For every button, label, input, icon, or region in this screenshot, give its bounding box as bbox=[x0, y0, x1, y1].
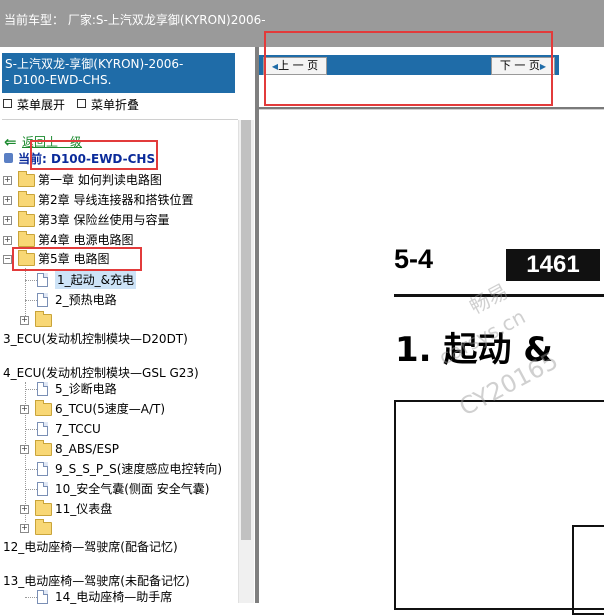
folder-icon bbox=[35, 311, 52, 327]
folder-icon bbox=[18, 171, 35, 187]
collapse-menu-button[interactable]: 菜单折叠 bbox=[77, 96, 139, 113]
tree-item-ssps[interactable]: 9_S_S_P_S(速度感应电控转向) bbox=[20, 460, 235, 478]
folder-icon bbox=[18, 211, 35, 227]
tree-item-label: 11_仪表盘 bbox=[55, 502, 113, 516]
tree-item-seat-memory[interactable]: 12_电动座椅—驾驶席(配备记忆) bbox=[3, 538, 237, 556]
tree-connector bbox=[25, 389, 37, 391]
tree-item-abs[interactable]: + 8_ABS/ESP bbox=[20, 440, 220, 458]
expand-plus-icon[interactable]: + bbox=[3, 196, 12, 205]
tree-item-label: 第一章 如何判读电路图 bbox=[38, 173, 162, 187]
expand-plus-icon[interactable]: + bbox=[20, 445, 29, 454]
document-icon bbox=[37, 422, 48, 436]
expand-menu-label: 菜单展开 bbox=[17, 98, 66, 112]
folder-icon bbox=[18, 191, 35, 207]
tree-item-folder[interactable]: + bbox=[20, 519, 220, 537]
tree-item-label: 第3章 保险丝使用与容量 bbox=[38, 213, 170, 227]
expand-plus-icon[interactable]: + bbox=[3, 236, 12, 245]
document-icon bbox=[37, 462, 48, 476]
folder-icon bbox=[35, 400, 52, 416]
tree-item-diagnostic[interactable]: 5_诊断电路 bbox=[20, 380, 220, 398]
tree-item-start-charge[interactable]: 1_起动_&充电 bbox=[20, 271, 142, 289]
tree-connector bbox=[25, 489, 37, 491]
expand-plus-icon[interactable]: + bbox=[3, 216, 12, 225]
tree-item-folder[interactable]: + bbox=[20, 311, 220, 329]
sidebar-title-line2: - D100-EWD-CHS. bbox=[5, 73, 112, 87]
document-icon bbox=[37, 273, 48, 287]
viewer-divider-shadow bbox=[259, 109, 604, 110]
sidebar-title: S-上汽双龙-享御(KYRON)-2006- - D100-EWD-CHS. bbox=[2, 53, 235, 93]
collapse-minus-icon[interactable]: − bbox=[3, 255, 12, 264]
folder-icon bbox=[18, 231, 35, 247]
tree-item-preheat[interactable]: 2_预热电路 bbox=[20, 291, 220, 309]
tree-item-label: 5_诊断电路 bbox=[55, 382, 117, 396]
expand-menu-button[interactable]: 菜单展开 bbox=[3, 96, 65, 113]
tree-item-label: 14_电动座椅—助手席 bbox=[55, 590, 173, 604]
sidebar-divider bbox=[2, 119, 238, 120]
tree-item-chapter-1[interactable]: + 第一章 如何判读电路图 bbox=[3, 171, 237, 189]
tree-item-seat-passenger[interactable]: 14_电动座椅—助手席 bbox=[20, 588, 220, 606]
tree-item-instrument[interactable]: + 11_仪表盘 bbox=[20, 500, 220, 518]
document-icon bbox=[37, 382, 48, 396]
tree-connector bbox=[25, 429, 37, 431]
highlight-box-nav bbox=[264, 31, 553, 106]
collapse-menu-label: 菜单折叠 bbox=[91, 98, 140, 112]
tree-item-label: 2_预热电路 bbox=[55, 293, 117, 307]
tree-item-label: 12_电动座椅—驾驶席(配备记忆) bbox=[3, 540, 178, 554]
tree-item-label: 9_S_S_P_S(速度感应电控转向) bbox=[55, 462, 223, 476]
highlight-box-chapter-5 bbox=[12, 247, 142, 271]
highlight-box-current bbox=[30, 140, 158, 170]
expand-plus-icon[interactable]: + bbox=[20, 405, 29, 414]
computer-icon bbox=[4, 153, 13, 163]
tree-item-tccu[interactable]: 7_TCCU bbox=[20, 420, 220, 438]
current-model-value: 厂家:S-上汽双龙享御(KYRON)2006- bbox=[67, 13, 266, 27]
scrollbar-thumb[interactable] bbox=[241, 120, 251, 540]
tree-connector bbox=[25, 280, 37, 282]
tree-item-label: 7_TCCU bbox=[55, 422, 101, 436]
tree-item-airbag[interactable]: 10_安全气囊(侧面 安全气囊) bbox=[20, 480, 235, 498]
sidebar-title-line1: S-上汽双龙-享御(KYRON)-2006- bbox=[5, 57, 184, 71]
section-number: 5-4 bbox=[394, 244, 434, 274]
document-icon bbox=[37, 590, 48, 604]
tree-connector bbox=[25, 300, 37, 302]
back-arrow-icon: ⇐ bbox=[4, 133, 17, 151]
diagram-component bbox=[572, 525, 604, 615]
tree-item-label: 10_安全气囊(侧面 安全气囊) bbox=[55, 482, 210, 496]
current-model-label: 当前车型： bbox=[4, 13, 65, 27]
tree-item-label: 第2章 导线连接器和搭铁位置 bbox=[38, 193, 194, 207]
folder-icon bbox=[35, 440, 52, 456]
tree-item-label: 1_起动_&充电 bbox=[55, 271, 136, 289]
tree-item-label: 3_ECU(发动机控制模块—D20DT) bbox=[3, 332, 188, 346]
current-model: 当前车型： 厂家:S-上汽双龙享御(KYRON)2006- bbox=[4, 11, 266, 28]
tree-item-tcu[interactable]: + 6_TCU(5速度—A/T) bbox=[20, 400, 220, 418]
folder-icon bbox=[35, 500, 52, 516]
folder-icon bbox=[35, 519, 52, 535]
expand-plus-icon[interactable]: + bbox=[20, 316, 29, 325]
document-icon bbox=[37, 482, 48, 496]
tree-item-ecu-d20dt[interactable]: 3_ECU(发动机控制模块—D20DT) bbox=[3, 330, 237, 348]
tree-item-chapter-2[interactable]: + 第2章 导线连接器和搭铁位置 bbox=[3, 191, 237, 209]
document-icon bbox=[37, 293, 48, 307]
tree-connector bbox=[25, 469, 37, 471]
square-icon bbox=[77, 99, 86, 108]
tree-item-chapter-3[interactable]: + 第3章 保险丝使用与容量 bbox=[3, 211, 237, 229]
tree-item-label: 8_ABS/ESP bbox=[55, 442, 119, 456]
expand-plus-icon[interactable]: + bbox=[3, 176, 12, 185]
expand-plus-icon[interactable]: + bbox=[20, 505, 29, 514]
tree-connector bbox=[25, 597, 37, 599]
page-number-badge: 1461 bbox=[506, 249, 600, 281]
tree-item-label: 6_TCU(5速度—A/T) bbox=[55, 402, 166, 416]
expand-plus-icon[interactable]: + bbox=[20, 524, 29, 533]
square-icon bbox=[3, 99, 12, 108]
